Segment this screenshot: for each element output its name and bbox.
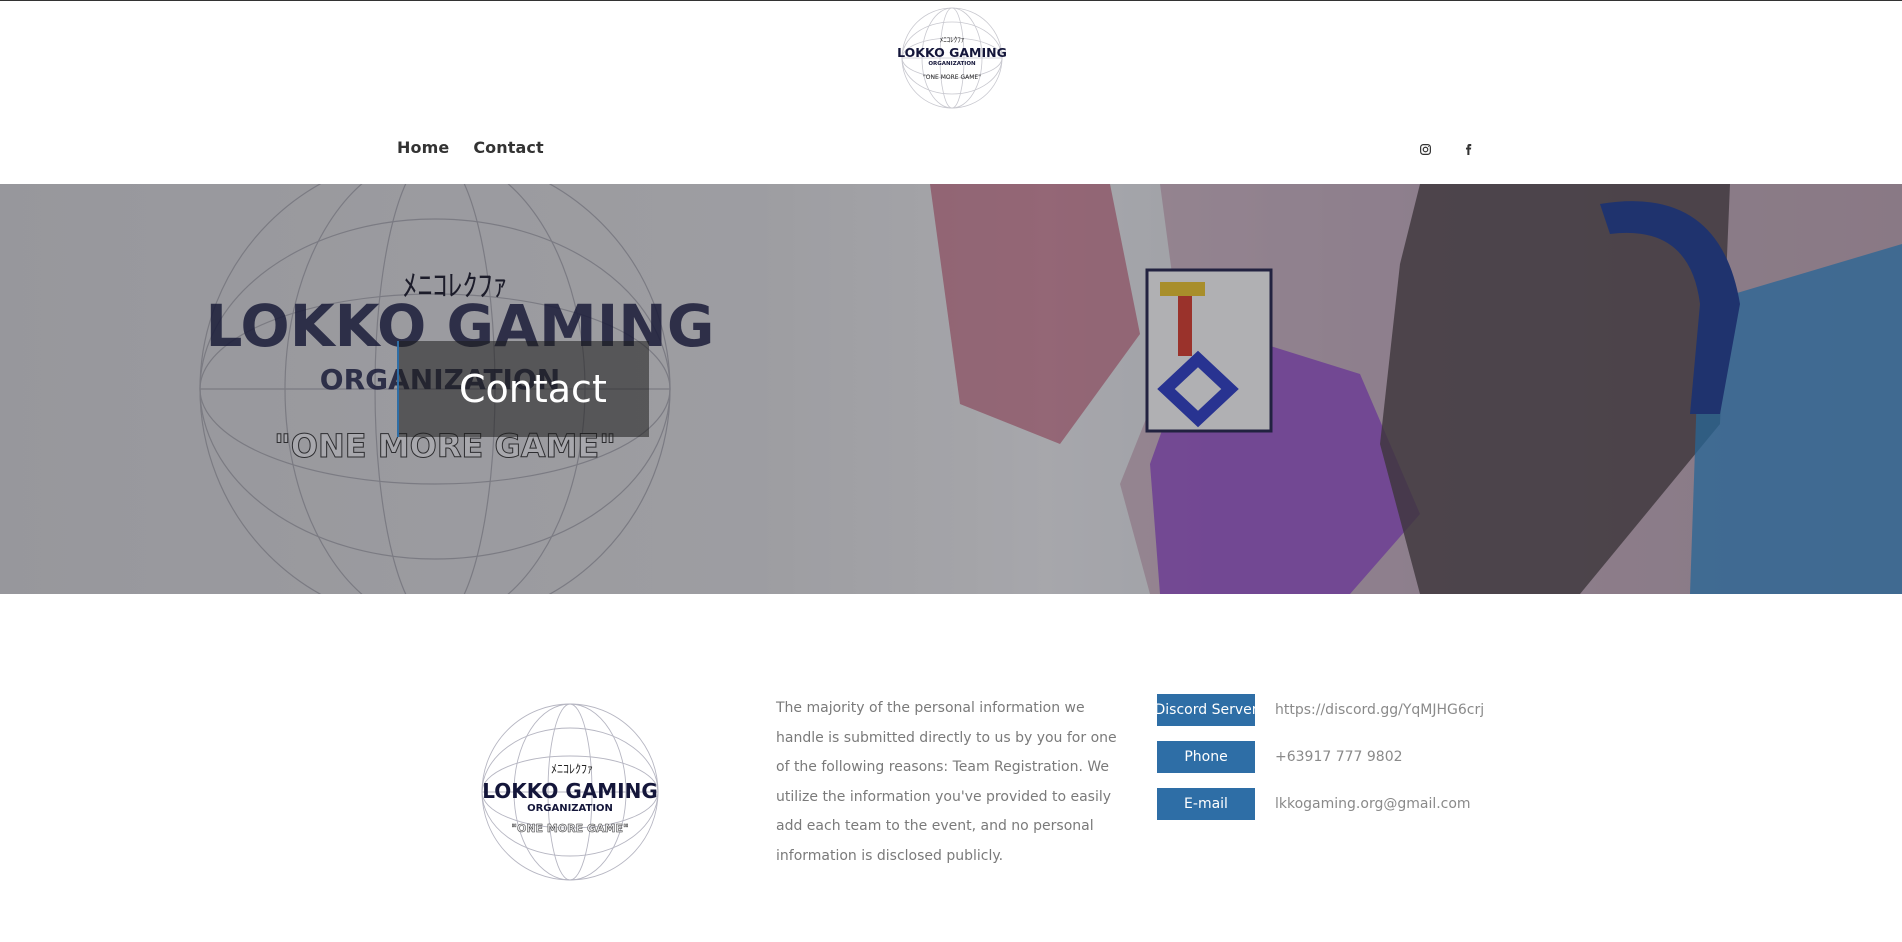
- privacy-description: The majority of the personal information…: [776, 700, 1117, 864]
- logo-tagline: "ONE MORE GAME": [923, 74, 981, 81]
- nav-contact[interactable]: Contact: [473, 138, 543, 157]
- nav-home[interactable]: Home: [397, 138, 449, 157]
- content-logo-text: LOKKO GAMING: [482, 779, 658, 803]
- content-logo-subtext: ORGANIZATION: [527, 803, 613, 814]
- hero-overlay: [0, 184, 1902, 594]
- contact-row-discord: Discord Server https://discord.gg/YqMJHG…: [1155, 694, 1484, 726]
- main-nav: Home Contact: [397, 138, 544, 157]
- svg-text:ﾒﾆｺﾚｸﾌｧ: ﾒﾆｺﾚｸﾌｧ: [551, 762, 593, 776]
- logo-subtext: ORGANIZATION: [928, 61, 976, 67]
- contact-row-phone: Phone +63917 777 9802: [1157, 741, 1403, 773]
- logo-text: LOKKO GAMING: [897, 45, 1007, 60]
- phone-value: +63917 777 9802: [1275, 749, 1403, 765]
- instagram-icon[interactable]: [1417, 141, 1433, 157]
- content-logo-tagline: "ONE MORE GAME": [511, 822, 628, 835]
- email-value: lkkogaming.org@gmail.com: [1275, 796, 1471, 812]
- facebook-icon[interactable]: [1460, 141, 1476, 157]
- site-logo[interactable]: ﾒﾆｺﾚｸﾌｧ LOKKO GAMING ORGANIZATION "ONE M…: [885, 6, 1020, 110]
- discord-label: Discord Server: [1155, 694, 1258, 726]
- contact-row-email: E-mail lkkogaming.org@gmail.com: [1157, 788, 1471, 820]
- hero-title-box: Contact: [397, 341, 649, 437]
- page-title: Contact: [459, 367, 607, 411]
- content-logo: ﾒﾆｺﾚｸﾌｧ LOKKO GAMING ORGANIZATION "ONE M…: [481, 703, 659, 881]
- email-label: E-mail: [1157, 788, 1255, 820]
- discord-link[interactable]: https://discord.gg/YqMJHG6crj: [1275, 702, 1484, 718]
- phone-label: Phone: [1157, 741, 1255, 773]
- top-border: [0, 0, 1902, 1]
- svg-text:ﾒﾆｺﾚｸﾌｧ: ﾒﾆｺﾚｸﾌｧ: [940, 36, 965, 44]
- hero-banner: ﾒﾆｺﾚｸﾌｧ LOKKO GAMING ORGANIZATION "ONE M…: [0, 184, 1902, 594]
